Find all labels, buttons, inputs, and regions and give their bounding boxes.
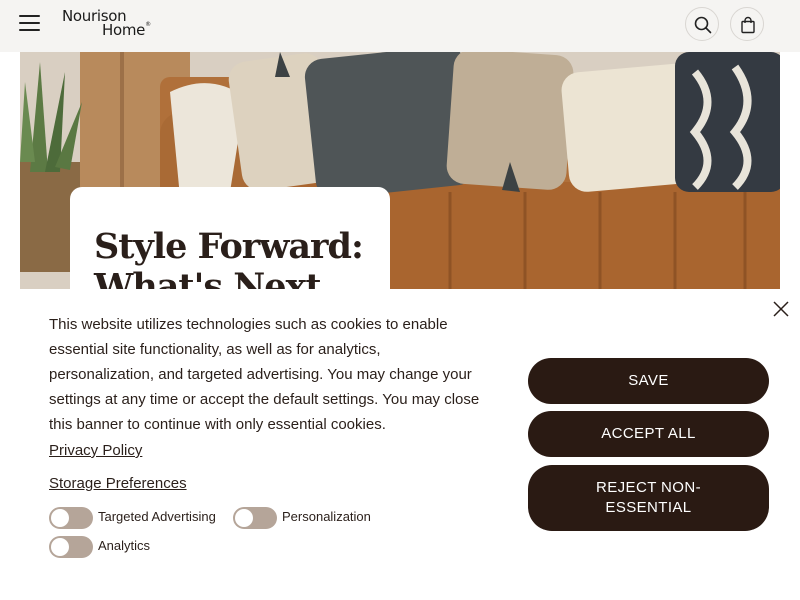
toggle-knob [235,509,253,527]
toggle-label-targeted-advertising: Targeted Advertising [98,509,216,524]
site-header: Nourison Home® [0,0,800,52]
close-icon[interactable] [771,299,791,319]
toggle-personalization[interactable] [233,507,277,529]
hamburger-menu-icon[interactable] [19,13,41,33]
toggle-label-personalization: Personalization [282,509,371,524]
shopping-bag-button[interactable] [730,7,764,41]
privacy-policy-link[interactable]: Privacy Policy [49,438,142,463]
toggle-knob [51,509,69,527]
accept-all-button[interactable]: ACCEPT ALL [528,411,769,457]
toggle-label-analytics: Analytics [98,538,151,553]
shopping-bag-icon [741,16,755,34]
logo-registered-mark: ® [145,21,151,28]
storage-preferences-link[interactable]: Storage Preferences [49,471,187,496]
toggle-targeted-advertising[interactable] [49,507,93,529]
cookie-banner-text: This website utilizes technologies such … [49,316,480,433]
hero-banner[interactable]: Style Forward: What's Next [20,52,780,312]
toggle-knob [51,538,69,556]
logo-line2: Home [102,21,146,39]
search-icon [694,16,712,34]
reject-non-essential-button[interactable]: REJECT NON-ESSENTIAL [528,465,769,531]
toggle-analytics[interactable] [49,536,93,558]
brand-logo[interactable]: Nourison Home® [62,7,158,39]
save-button[interactable]: SAVE [528,358,769,404]
search-button[interactable] [685,7,719,41]
